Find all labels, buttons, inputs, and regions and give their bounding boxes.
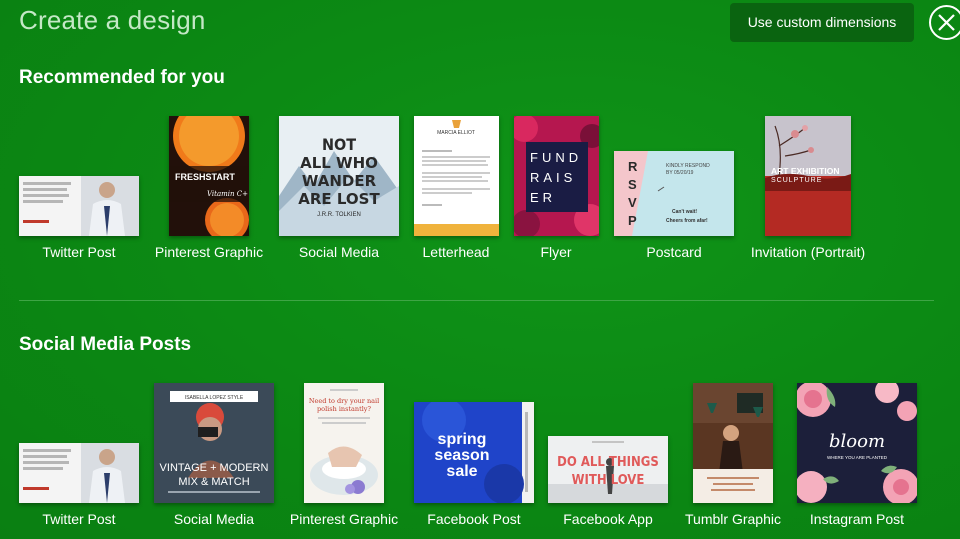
tile-label: Facebook App	[563, 511, 653, 527]
svg-text:R: R	[628, 159, 638, 174]
svg-text:ER: ER	[530, 190, 556, 205]
svg-text:RAIS: RAIS	[530, 170, 576, 185]
tile-label: Invitation (Portrait)	[750, 244, 866, 260]
section-title-social-media-posts: Social Media Posts	[19, 334, 192, 355]
thumbnail-pinterest-graphic[interactable]: FRESHSTART Vitamin C+	[169, 116, 249, 236]
svg-text:VINTAGE + MODERN: VINTAGE + MODERN	[160, 462, 269, 474]
svg-text:P: P	[628, 213, 637, 228]
tile-label: Twitter Post	[42, 511, 116, 527]
thumbnail-twitter-post[interactable]	[19, 176, 139, 236]
tile-label: Tumblr Graphic	[685, 511, 781, 527]
svg-text:BY 05/20/19: BY 05/20/19	[666, 170, 694, 176]
tile-label: Instagram Post	[809, 511, 905, 527]
thumbnail-flyer[interactable]: FUND RAIS ER	[514, 116, 599, 236]
section-divider	[19, 300, 934, 301]
thumbnail-facebook-app[interactable]: DO ALL THINGS WITH LOVE	[548, 436, 668, 503]
svg-text:WHERE YOU ARE PLANTED: WHERE YOU ARE PLANTED	[827, 455, 888, 460]
tile-label: Pinterest Graphic	[154, 244, 264, 260]
svg-text:polish instantly?: polish instantly?	[317, 405, 371, 413]
use-custom-dimensions-button[interactable]: Use custom dimensions	[730, 3, 914, 42]
svg-text:NOT: NOT	[322, 135, 356, 154]
thumbnail-social-media[interactable]: NOT ALL WHO WANDER ARE LOST J.R.R. TOLKI…	[279, 116, 399, 236]
svg-text:WANDER: WANDER	[302, 172, 377, 190]
svg-text:SCULPTURE: SCULPTURE	[771, 177, 822, 184]
thumbnail-invitation-portrait[interactable]: ART EXHIBITION SCULPTURE	[765, 116, 851, 236]
svg-text:season: season	[434, 447, 489, 464]
svg-text:S: S	[628, 177, 637, 192]
svg-text:FRESHSTART: FRESHSTART	[175, 172, 235, 182]
thumbnail-social-media[interactable]: ISABELLA LOPEZ STYLE VINTAGE + MODERN MI…	[154, 383, 274, 503]
svg-text:sale: sale	[446, 463, 477, 480]
svg-text:Need to dry your nail: Need to dry your nail	[309, 397, 379, 405]
svg-text:ALL WHO: ALL WHO	[300, 154, 378, 172]
svg-text:Cheers from afar!: Cheers from afar!	[666, 218, 708, 224]
tile-label: Social Media	[298, 244, 380, 260]
tile-label: Postcard	[646, 244, 702, 260]
svg-text:J.R.R. TOLKIEN: J.R.R. TOLKIEN	[317, 212, 361, 218]
tile-label: Twitter Post	[42, 244, 116, 260]
svg-text:Vitamin C+: Vitamin C+	[207, 190, 248, 198]
svg-text:ART EXHIBITION: ART EXHIBITION	[771, 166, 839, 176]
thumbnail-tumblr-graphic[interactable]	[693, 383, 773, 503]
close-button[interactable]	[929, 5, 960, 40]
svg-text:MIX & MATCH: MIX & MATCH	[178, 476, 249, 488]
tile-label: Facebook Post	[427, 511, 521, 527]
close-icon	[938, 14, 955, 31]
thumbnail-twitter-post[interactable]	[19, 443, 139, 503]
svg-text:DO ALL THINGS: DO ALL THINGS	[557, 455, 659, 470]
tile-label: Social Media	[173, 511, 255, 527]
thumbnail-facebook-post[interactable]: spring season sale	[414, 402, 534, 503]
svg-text:WITH LOVE: WITH LOVE	[572, 473, 645, 488]
tile-label: Pinterest Graphic	[289, 511, 399, 527]
svg-text:spring: spring	[438, 431, 487, 448]
tile-label: Letterhead	[422, 244, 490, 260]
section-title-recommended: Recommended for you	[19, 67, 225, 88]
svg-text:bloom: bloom	[829, 431, 885, 452]
svg-text:KINDLY RESPOND: KINDLY RESPOND	[666, 163, 710, 169]
page-title: Create a design	[19, 5, 206, 35]
svg-text:ARE LOST: ARE LOST	[298, 190, 380, 208]
tile-label: Flyer	[540, 244, 572, 260]
thumbnail-pinterest-graphic[interactable]: Need to dry your nail polish instantly?	[304, 383, 384, 503]
svg-text:ISABELLA LOPEZ STYLE: ISABELLA LOPEZ STYLE	[185, 395, 244, 401]
thumbnail-instagram-post[interactable]: bloom WHERE YOU ARE PLANTED	[797, 383, 917, 503]
svg-text:MARCIA ELLIOT: MARCIA ELLIOT	[437, 130, 475, 136]
thumbnail-letterhead[interactable]: MARCIA ELLIOT	[414, 116, 499, 236]
svg-text:V: V	[628, 195, 637, 210]
svg-text:FUND: FUND	[530, 150, 582, 165]
svg-text:Can't wait!: Can't wait!	[672, 209, 697, 215]
thumbnail-postcard[interactable]: R S V P KINDLY RESPOND BY 05/20/19 Can't…	[614, 151, 734, 236]
